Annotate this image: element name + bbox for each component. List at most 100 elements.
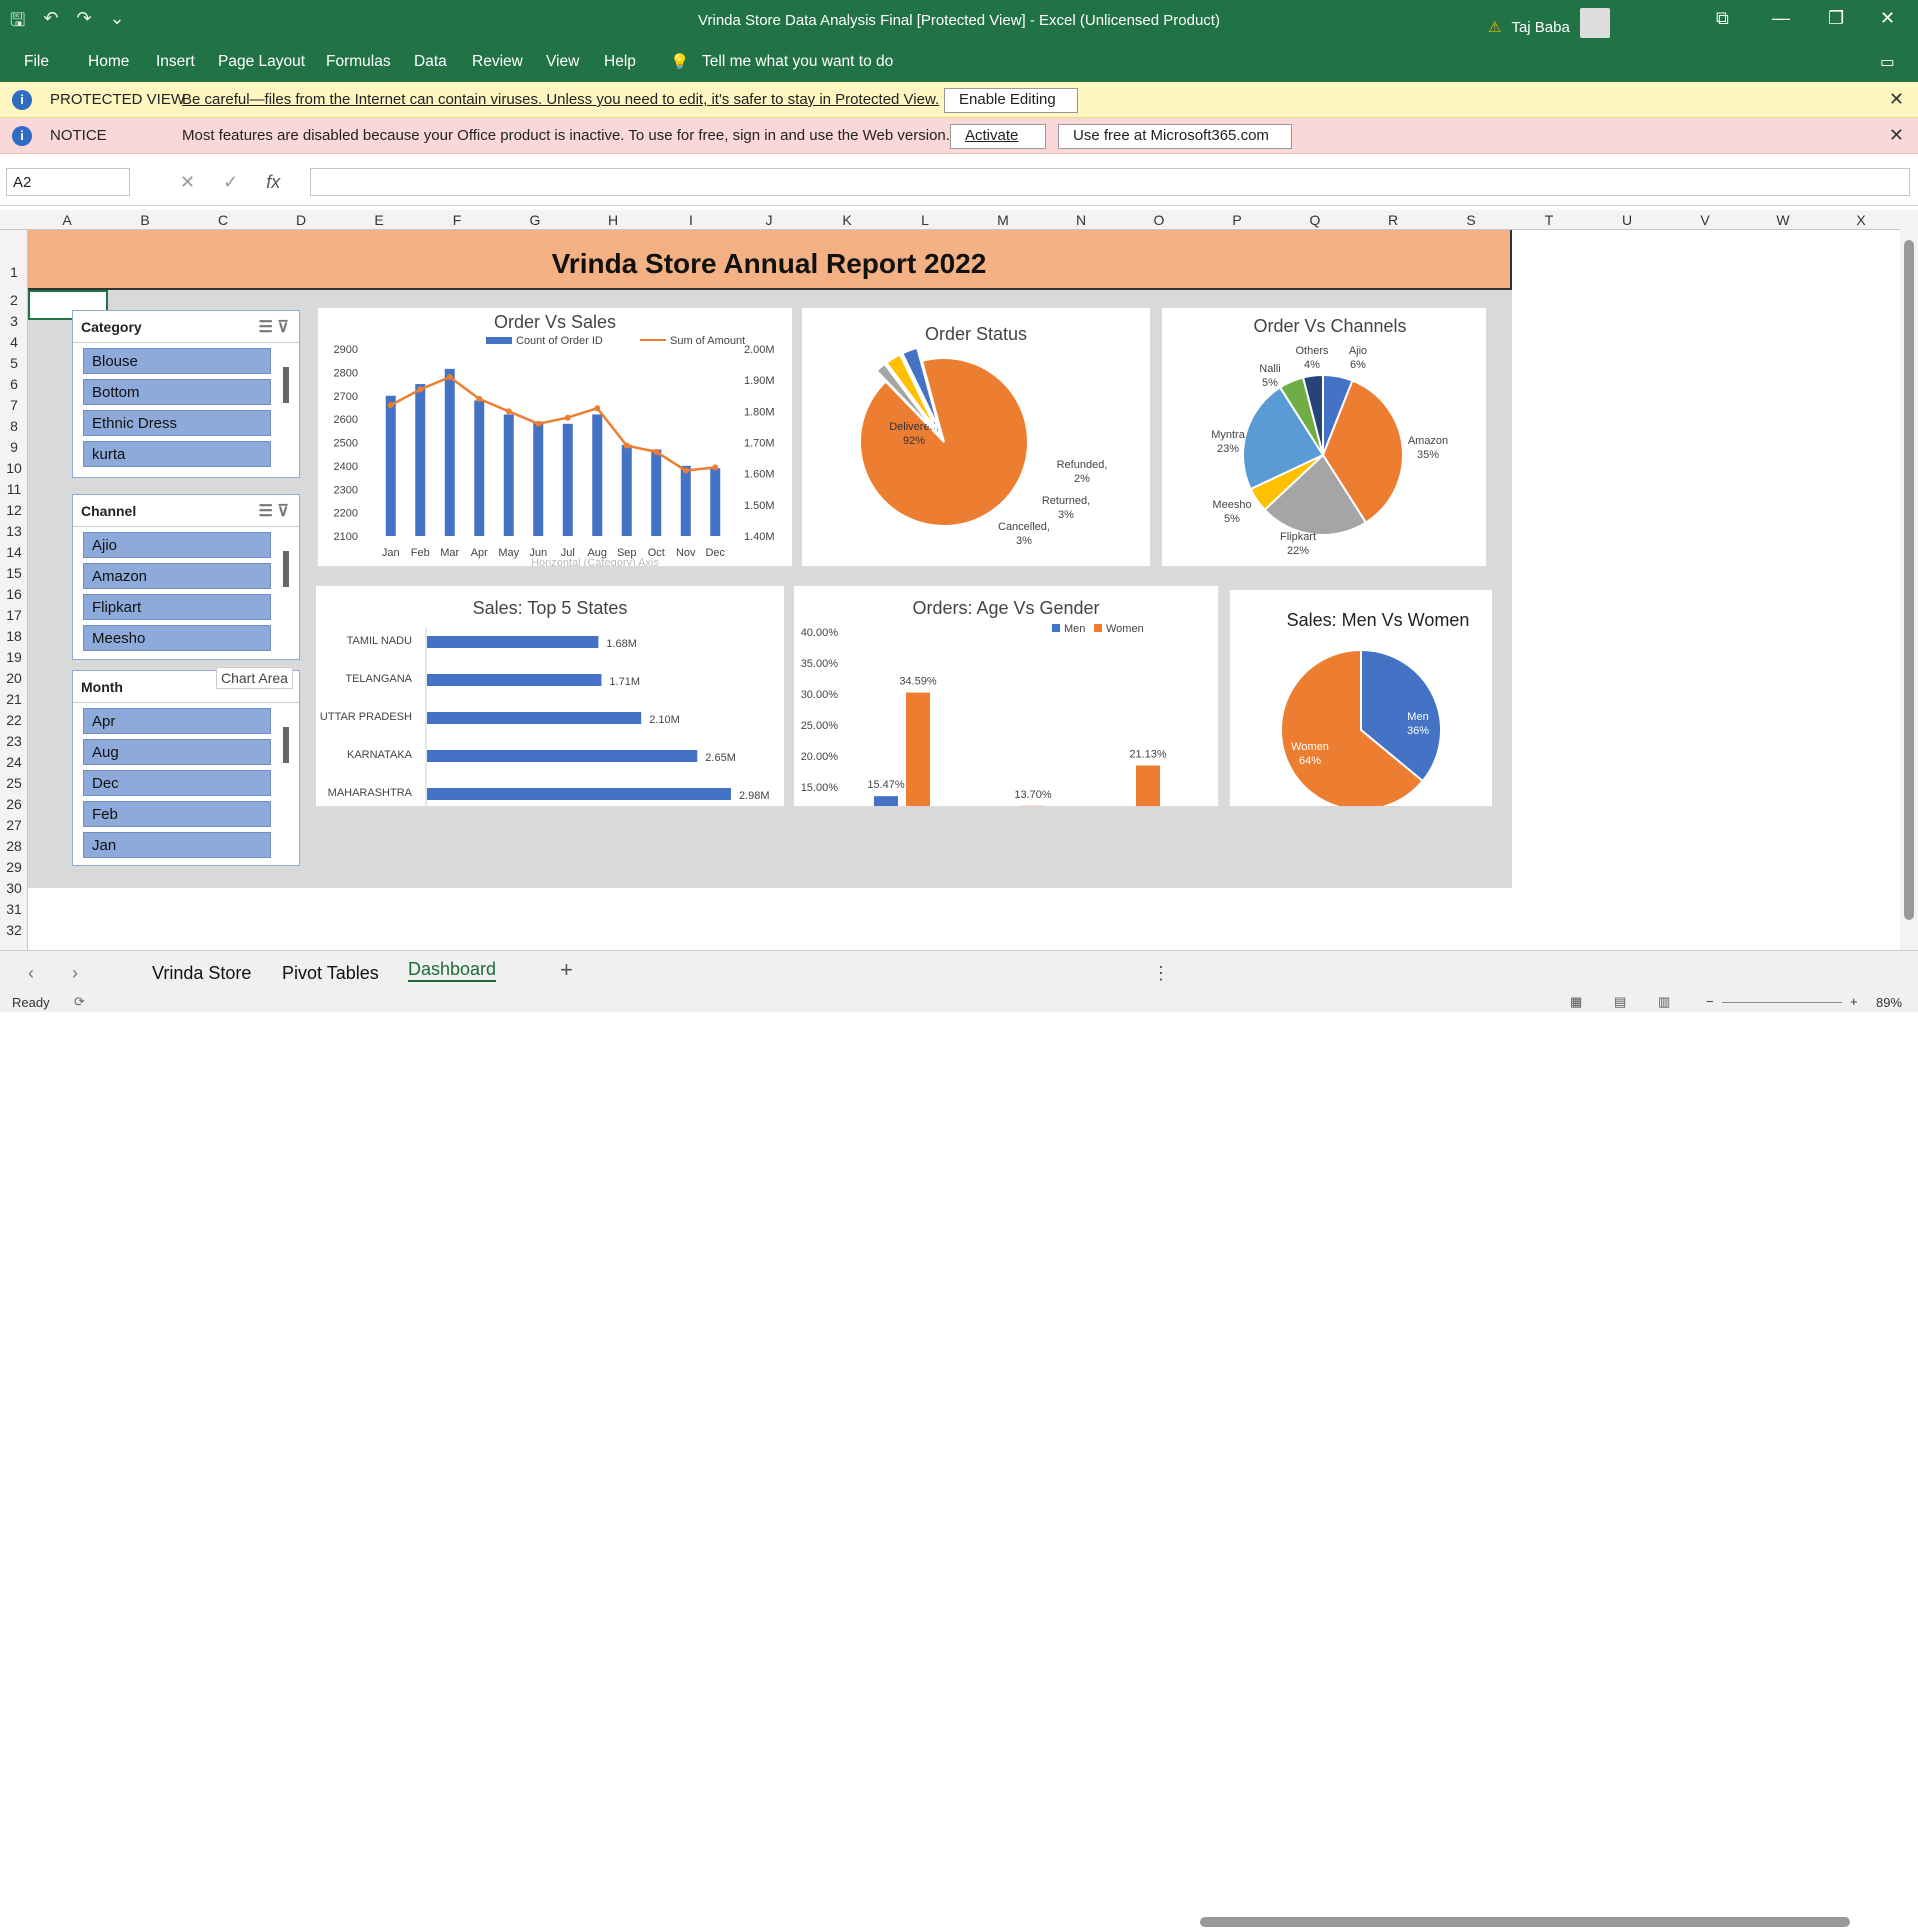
row-header[interactable]: 17	[0, 607, 28, 623]
row-header[interactable]: 23	[0, 733, 28, 749]
close-icon[interactable]: ✕	[1889, 89, 1904, 110]
row-header[interactable]: 15	[0, 565, 28, 581]
column-header[interactable]: S	[1432, 212, 1510, 228]
row-header[interactable]: 1	[0, 264, 28, 280]
row-header[interactable]: 32	[0, 922, 28, 938]
normal-view-icon[interactable]: ▦	[1570, 994, 1582, 1010]
row-header[interactable]: 27	[0, 817, 28, 833]
row-header[interactable]: 24	[0, 754, 28, 770]
month-slicer[interactable]: Month Apr Aug Dec Feb Jan	[72, 670, 300, 866]
formula-input[interactable]	[310, 168, 1910, 196]
page-layout-icon[interactable]: ▤	[1614, 994, 1626, 1010]
column-header[interactable]: F	[418, 212, 496, 228]
add-sheet-icon[interactable]: +	[560, 957, 573, 983]
vertical-scrollbar[interactable]	[1900, 210, 1918, 950]
multi-select-filter-icon[interactable]: ☰ ⊽	[259, 501, 290, 521]
zoom-slider[interactable]	[1722, 1002, 1842, 1003]
column-header[interactable]: B	[106, 212, 184, 228]
column-header[interactable]: Q	[1276, 212, 1354, 228]
prev-sheet-icon[interactable]: ‹	[28, 963, 34, 984]
accessibility-icon[interactable]: ⟳	[74, 994, 85, 1010]
row-header[interactable]: 12	[0, 502, 28, 518]
slicer-item[interactable]: Jan	[83, 832, 271, 858]
row-header[interactable]: 2	[0, 292, 28, 308]
menu-home[interactable]: Home	[88, 53, 129, 71]
tab-dashboard[interactable]: Dashboard	[408, 959, 496, 982]
menu-view[interactable]: View	[546, 53, 579, 71]
minimize-icon[interactable]: —	[1772, 8, 1790, 29]
column-header[interactable]: P	[1198, 212, 1276, 228]
tab-pivot-tables[interactable]: Pivot Tables	[282, 963, 379, 984]
slicer-item[interactable]: Meesho	[83, 625, 271, 651]
menu-data[interactable]: Data	[414, 53, 447, 71]
menu-formulas[interactable]: Formulas	[326, 53, 391, 71]
order-vs-channels-chart[interactable]: Order Vs ChannelsAjio6%Amazon35%Flipkart…	[1162, 308, 1486, 566]
row-header[interactable]: 4	[0, 334, 28, 350]
row-header[interactable]: 18	[0, 628, 28, 644]
category-slicer[interactable]: Category☰ ⊽ Blouse Bottom Ethnic Dress k…	[72, 310, 300, 478]
row-header[interactable]: 20	[0, 670, 28, 686]
column-header[interactable]: U	[1588, 212, 1666, 228]
horizontal-scrollbar[interactable]	[1184, 1913, 1884, 1929]
slicer-scrollbar[interactable]	[283, 727, 289, 763]
slicer-item[interactable]: kurta	[83, 441, 271, 467]
slicer-item[interactable]: Aug	[83, 739, 271, 765]
page-break-icon[interactable]: ▥	[1658, 994, 1670, 1010]
restore-icon[interactable]: ❐	[1828, 8, 1844, 29]
column-header[interactable]: N	[1042, 212, 1120, 228]
function-icon[interactable]: fx	[266, 172, 280, 193]
order-status-chart[interactable]: Order StatusDelivered,92%Refunded,2%Retu…	[802, 308, 1150, 566]
row-header[interactable]: 28	[0, 838, 28, 854]
slicer-item[interactable]: Dec	[83, 770, 271, 796]
row-header[interactable]: 26	[0, 796, 28, 812]
row-header[interactable]: 5	[0, 355, 28, 371]
slicer-item[interactable]: Ethnic Dress	[83, 410, 271, 436]
slicer-item[interactable]: Bottom	[83, 379, 271, 405]
row-header[interactable]: 10	[0, 460, 28, 476]
zoom-out-icon[interactable]: −	[1706, 994, 1714, 1009]
avatar[interactable]	[1580, 8, 1610, 38]
use-free-button[interactable]: Use free at Microsoft365.com	[1058, 124, 1292, 149]
row-header[interactable]: 16	[0, 586, 28, 602]
column-header[interactable]: R	[1354, 212, 1432, 228]
row-header[interactable]: 19	[0, 649, 28, 665]
column-header[interactable]: K	[808, 212, 886, 228]
comments-icon[interactable]: ▭	[1880, 53, 1895, 72]
row-header[interactable]: 7	[0, 397, 28, 413]
row-header[interactable]: 14	[0, 544, 28, 560]
column-header[interactable]: G	[496, 212, 574, 228]
column-header[interactable]: X	[1822, 212, 1900, 228]
age-gender-chart[interactable]: Orders: Age Vs GenderMenWomen40.00%35.00…	[794, 586, 1218, 806]
column-header[interactable]: O	[1120, 212, 1198, 228]
row-header[interactable]: 29	[0, 859, 28, 875]
activate-button[interactable]: Activate	[950, 124, 1046, 149]
top-states-chart[interactable]: Sales: Top 5 StatesTAMIL NADU1.68MTELANG…	[316, 586, 784, 806]
tab-vrinda-store[interactable]: Vrinda Store	[152, 963, 251, 984]
more-options-icon[interactable]: ⋮	[1152, 963, 1170, 984]
column-header[interactable]: C	[184, 212, 262, 228]
column-header[interactable]: J	[730, 212, 808, 228]
column-header[interactable]: W	[1744, 212, 1822, 228]
column-header[interactable]: A	[28, 212, 106, 228]
multi-select-filter-icon[interactable]: ☰ ⊽	[259, 317, 290, 337]
slicer-item[interactable]: Apr	[83, 708, 271, 734]
menu-file[interactable]: File	[24, 53, 49, 71]
enter-icon[interactable]: ✓	[223, 172, 238, 193]
column-header[interactable]: L	[886, 212, 964, 228]
row-header[interactable]: 31	[0, 901, 28, 917]
close-icon[interactable]: ✕	[1889, 125, 1904, 146]
close-icon[interactable]: ✕	[1880, 8, 1895, 29]
row-header[interactable]: 22	[0, 712, 28, 728]
next-sheet-icon[interactable]: ›	[72, 963, 78, 984]
slicer-item[interactable]: Amazon	[83, 563, 271, 589]
row-header[interactable]: 30	[0, 880, 28, 896]
zoom-in-icon[interactable]: +	[1850, 994, 1858, 1009]
slicer-item[interactable]: Feb	[83, 801, 271, 827]
column-header[interactable]: E	[340, 212, 418, 228]
tell-me-search[interactable]: Tell me what you want to do	[702, 53, 893, 71]
row-header[interactable]: 6	[0, 376, 28, 392]
slicer-item[interactable]: Blouse	[83, 348, 271, 374]
channel-slicer[interactable]: Channel☰ ⊽ Ajio Amazon Flipkart Meesho	[72, 494, 300, 660]
row-header[interactable]: 8	[0, 418, 28, 434]
row-header[interactable]: 25	[0, 775, 28, 791]
